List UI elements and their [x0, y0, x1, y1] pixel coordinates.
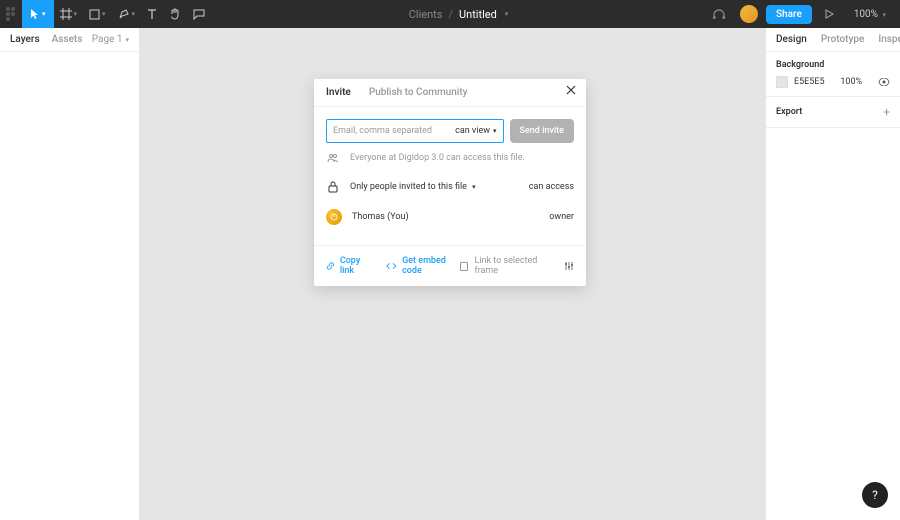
comment-tool[interactable]	[187, 0, 211, 28]
play-icon	[824, 9, 834, 19]
headphones-icon	[712, 8, 726, 20]
user-avatar[interactable]	[740, 5, 758, 23]
pen-icon	[118, 8, 130, 20]
left-panel: Layers Assets Page 1 ▾	[0, 28, 140, 520]
send-invite-button[interactable]: Send invite	[510, 119, 574, 143]
people-icon	[326, 153, 340, 163]
modal-tabs: Invite Publish to Community	[314, 79, 586, 107]
close-icon	[566, 85, 576, 95]
collaborator-avatar	[326, 209, 342, 225]
help-button[interactable]: ?	[862, 482, 888, 508]
chevron-down-icon: ▾	[74, 10, 78, 18]
org-access-text: Everyone at Digidop 3.0 can access this …	[350, 153, 525, 163]
link-to-frame-label: Link to selected frame	[474, 256, 552, 276]
chevron-down-icon: ▾	[125, 36, 129, 44]
file-name: Untitled	[459, 8, 497, 21]
share-button[interactable]: Share	[766, 5, 812, 24]
zoom-control[interactable]: 100% ▾	[846, 9, 894, 20]
comment-icon	[193, 8, 205, 20]
export-section: Export +	[766, 97, 900, 128]
access-scope-label: Only people invited to this file	[350, 182, 467, 192]
top-toolbar: ▾ ▾ ▾ ▾ Clients / Untitled ▾	[0, 0, 900, 28]
modal-body: can view ▾ Send invite Everyone at Digid…	[314, 107, 586, 245]
email-input[interactable]	[333, 126, 455, 136]
frame-tool[interactable]: ▾	[54, 0, 84, 28]
right-panel-tabs: Design Prototype Inspect	[766, 28, 900, 52]
collaborator-name: Thomas (You)	[352, 212, 409, 222]
eye-icon	[878, 78, 890, 86]
access-scope-select[interactable]: Only people invited to this file ▾	[350, 182, 476, 192]
power-icon	[330, 213, 338, 221]
page-label: Page 1	[92, 34, 123, 45]
audio-button[interactable]	[706, 0, 732, 28]
lock-icon	[326, 181, 340, 193]
embed-code-button[interactable]: Get embed code	[386, 256, 460, 276]
frame-icon	[60, 8, 72, 20]
document-title[interactable]: Clients / Untitled ▾	[409, 8, 509, 21]
hand-tool[interactable]	[163, 0, 187, 28]
cursor-icon	[30, 8, 40, 20]
background-opacity[interactable]: 100%	[840, 77, 862, 87]
shape-tool[interactable]: ▾	[83, 0, 112, 28]
background-title: Background	[776, 60, 890, 70]
chevron-down-icon: ▾	[42, 10, 46, 18]
text-icon	[147, 8, 157, 20]
zoom-value: 100%	[854, 9, 878, 20]
tab-prototype[interactable]: Prototype	[821, 34, 865, 45]
copy-link-label: Copy link	[340, 256, 373, 276]
tab-layers[interactable]: Layers	[10, 34, 40, 45]
hand-icon	[169, 8, 181, 20]
collaborator-role: owner	[549, 212, 574, 222]
link-icon	[326, 261, 335, 271]
embed-code-label: Get embed code	[402, 256, 460, 276]
access-permission[interactable]: can access	[529, 182, 574, 192]
tab-assets[interactable]: Assets	[52, 34, 83, 45]
share-modal: Invite Publish to Community can view ▾ S…	[314, 79, 586, 286]
copy-link-button[interactable]: Copy link	[326, 256, 372, 276]
background-section: Background E5E5E5 100%	[766, 52, 900, 97]
tab-inspect[interactable]: Inspect	[878, 34, 900, 45]
sliders-icon	[564, 261, 574, 271]
permission-select[interactable]: can view ▾	[455, 126, 496, 136]
permission-label: can view	[455, 126, 490, 136]
chevron-down-icon: ▾	[132, 10, 136, 18]
tab-design[interactable]: Design	[776, 34, 807, 45]
collaborator-row: Thomas (You) owner	[326, 201, 574, 233]
background-hex[interactable]: E5E5E5	[794, 77, 825, 87]
left-panel-tabs: Layers Assets Page 1 ▾	[0, 28, 139, 52]
right-panel: Design Prototype Inspect Background E5E5…	[765, 28, 900, 520]
export-add-button[interactable]: +	[883, 105, 890, 119]
toolbar-right: Share 100% ▾	[706, 0, 900, 28]
text-tool[interactable]	[141, 0, 163, 28]
chevron-down-icon: ▾	[102, 10, 106, 18]
page-selector[interactable]: Page 1 ▾	[92, 34, 129, 45]
modal-tab-publish[interactable]: Publish to Community	[369, 87, 468, 106]
slash: /	[448, 8, 453, 21]
rectangle-icon	[89, 9, 100, 20]
visibility-toggle[interactable]	[878, 78, 890, 86]
project-name: Clients	[409, 8, 443, 21]
background-swatch[interactable]	[776, 76, 788, 88]
export-title: Export	[776, 107, 802, 117]
modal-tab-invite[interactable]: Invite	[326, 87, 351, 106]
link-to-frame-checkbox[interactable]	[460, 262, 468, 271]
code-icon	[386, 262, 397, 270]
chevron-down-icon: ▾	[472, 183, 476, 191]
chevron-down-icon: ▾	[493, 127, 497, 135]
modal-footer: Copy link Get embed code Link to selecte…	[314, 245, 586, 286]
figma-icon	[6, 7, 16, 21]
share-settings-button[interactable]	[564, 261, 574, 271]
chevron-down-icon: ▾	[882, 11, 886, 19]
access-scope-row: Only people invited to this file ▾ can a…	[326, 173, 574, 201]
toolbar-left: ▾ ▾ ▾ ▾	[0, 0, 211, 28]
org-access-info: Everyone at Digidop 3.0 can access this …	[326, 143, 574, 173]
close-button[interactable]	[566, 85, 576, 95]
main-menu-button[interactable]	[0, 0, 22, 28]
present-button[interactable]	[814, 9, 844, 19]
chevron-down-icon: ▾	[505, 10, 509, 18]
pen-tool[interactable]: ▾	[112, 0, 142, 28]
email-field-wrapper: can view ▾	[326, 119, 504, 143]
move-tool[interactable]: ▾	[22, 0, 54, 28]
